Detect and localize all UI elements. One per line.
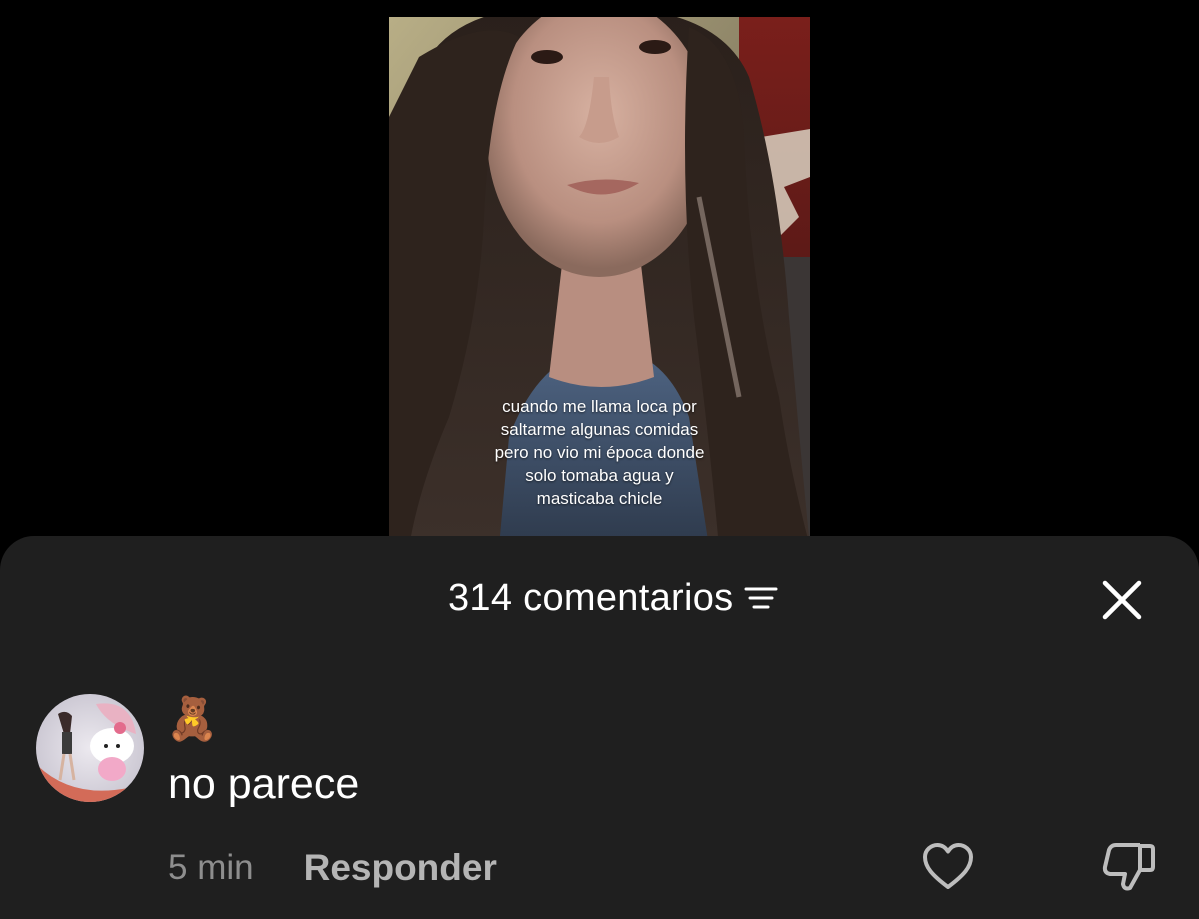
comments-sheet: 314 comentarios 🧸 no parece 5 min Respon… <box>0 536 1199 919</box>
comment-username[interactable]: 🧸 <box>166 694 218 744</box>
app-screen: cuando me llama loca por saltarme alguna… <box>0 0 1199 919</box>
sort-lines-icon[interactable] <box>743 583 779 613</box>
comment-meta: 5 min Responder <box>168 846 497 890</box>
comment-count-sort[interactable]: 314 comentarios <box>448 574 779 622</box>
comment-text: no parece <box>168 760 360 808</box>
caption-line: saltarme algunas comidas <box>500 420 699 439</box>
video-player[interactable]: cuando me llama loca por saltarme alguna… <box>389 17 810 547</box>
video-caption: cuando me llama loca por saltarme alguna… <box>389 395 810 510</box>
comment-count: 314 comentarios <box>448 576 734 619</box>
close-icon[interactable] <box>1100 578 1144 622</box>
thumbs-down-outline-icon[interactable] <box>1100 838 1156 894</box>
comment-timestamp: 5 min <box>168 848 254 887</box>
comments-header: 314 comentarios <box>0 574 1199 622</box>
avatar[interactable] <box>36 694 144 802</box>
reply-button[interactable]: Responder <box>304 847 497 889</box>
caption-line: pero no vio mi época donde <box>494 443 705 462</box>
caption-line: cuando me llama loca por <box>502 397 697 416</box>
caption-line: solo tomaba agua y <box>525 466 674 485</box>
caption-line: masticaba chicle <box>536 489 663 508</box>
heart-outline-icon[interactable] <box>922 842 974 892</box>
